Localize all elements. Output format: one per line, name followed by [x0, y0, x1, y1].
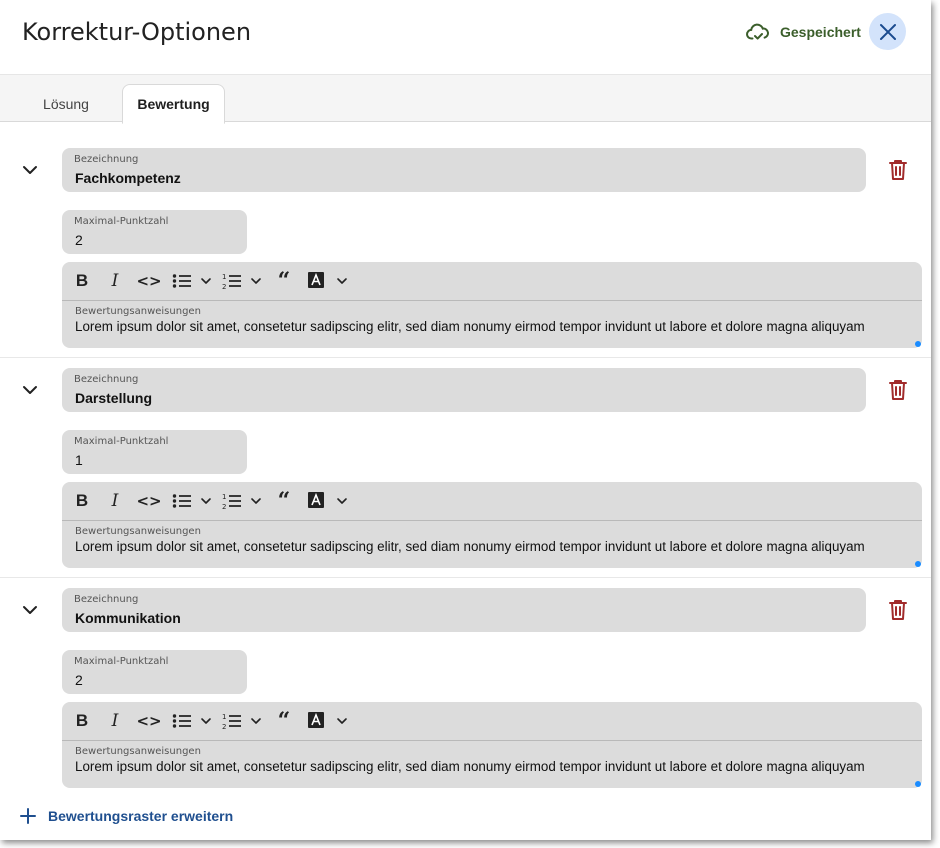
field-value: 2: [75, 232, 83, 248]
bullet-list-button[interactable]: [172, 490, 214, 512]
italic-button[interactable]: I: [108, 710, 122, 732]
editor-toolbar: B I <> 1 2 “: [62, 482, 922, 521]
bold-button[interactable]: B: [74, 490, 90, 512]
chevron-down-icon: [23, 606, 37, 614]
resize-handle[interactable]: [915, 781, 921, 787]
delete-criterion-button[interactable]: [885, 597, 911, 623]
numbered-list-icon: 1 2: [222, 493, 261, 510]
editor-toolbar: B I <> 1 2 “: [62, 702, 922, 741]
criterion-name-field[interactable]: Bezeichnung Darstellung: [62, 368, 866, 412]
text-color-button[interactable]: [308, 270, 352, 292]
field-value: 2: [75, 672, 83, 688]
italic-button[interactable]: I: [108, 270, 122, 292]
trash-icon: [889, 600, 907, 620]
field-label: Bewertungsanweisungen: [75, 526, 201, 537]
criterion-item: Bezeichnung Darstellung Maximal-Punktzah…: [0, 358, 931, 578]
collapse-chevron-button[interactable]: [18, 378, 42, 402]
trash-icon: [889, 160, 907, 180]
field-label: Bezeichnung: [74, 154, 139, 165]
svg-text:2: 2: [222, 503, 226, 510]
close-button[interactable]: [869, 13, 906, 50]
italic-button[interactable]: I: [108, 490, 122, 512]
bullet-list-icon: [172, 494, 211, 508]
save-status: Gespeichert: [746, 20, 861, 44]
numbered-list-icon: 1 2: [222, 713, 261, 730]
tab-loesung[interactable]: Lösung: [22, 84, 110, 124]
max-points-field[interactable]: Maximal-Punktzahl 2: [62, 210, 247, 254]
criterion-name-field[interactable]: Bezeichnung Fachkompetenz: [62, 148, 866, 192]
correction-options-dialog: Korrektur-Optionen Gespeichert Lösung Be…: [0, 0, 931, 840]
editor-toolbar: B I <> 1 2 “: [62, 262, 922, 301]
field-label: Bewertungsanweisungen: [75, 746, 201, 757]
chevron-down-icon: [23, 166, 37, 174]
numbered-list-button[interactable]: 1 2: [222, 710, 264, 732]
field-label: Bewertungsanweisungen: [75, 306, 201, 317]
instructions-editor[interactable]: B I <> 1 2 “ Bewertungsanweisungen Lorem…: [62, 262, 922, 348]
instructions-text: Lorem ipsum dolor sit amet, consetetur s…: [75, 759, 865, 774]
cloud-check-icon: [746, 23, 769, 40]
instructions-text: Lorem ipsum dolor sit amet, consetetur s…: [75, 319, 865, 334]
field-value: Fachkompetenz: [75, 170, 181, 186]
field-label: Bezeichnung: [74, 374, 139, 385]
field-label: Maximal-Punktzahl: [74, 436, 169, 447]
add-criterion-button[interactable]: Bewertungsraster erweitern: [20, 808, 233, 824]
blockquote-button[interactable]: “: [274, 488, 294, 514]
field-value: 1: [75, 452, 83, 468]
field-label: Bezeichnung: [74, 594, 139, 605]
bullet-list-button[interactable]: [172, 710, 214, 732]
save-status-label: Gespeichert: [780, 24, 861, 40]
close-icon: [879, 23, 896, 40]
collapse-chevron-button[interactable]: [18, 158, 42, 182]
text-color-icon: [308, 272, 347, 288]
text-color-button[interactable]: [308, 490, 352, 512]
svg-text:2: 2: [222, 283, 226, 290]
text-color-button[interactable]: [308, 710, 352, 732]
resize-handle[interactable]: [915, 561, 921, 567]
collapse-chevron-button[interactable]: [18, 598, 42, 622]
svg-text:1: 1: [222, 273, 226, 281]
blockquote-button[interactable]: “: [274, 708, 294, 734]
numbered-list-icon: 1 2: [222, 273, 261, 290]
field-value: Kommunikation: [75, 610, 181, 626]
instructions-text: Lorem ipsum dolor sit amet, consetetur s…: [75, 539, 865, 554]
criterion-item: Bezeichnung Fachkompetenz Maximal-Punktz…: [0, 138, 931, 358]
delete-criterion-button[interactable]: [885, 157, 911, 183]
instructions-editor[interactable]: B I <> 1 2 “ Bewertungsanweisungen Lorem…: [62, 702, 922, 788]
chevron-down-icon: [23, 386, 37, 394]
tab-bewertung[interactable]: Bewertung: [122, 84, 225, 124]
field-label: Maximal-Punktzahl: [74, 656, 169, 667]
plus-icon: [20, 808, 36, 824]
bullet-list-icon: [172, 274, 211, 288]
svg-text:1: 1: [222, 493, 226, 501]
svg-text:2: 2: [222, 723, 226, 730]
delete-criterion-button[interactable]: [885, 377, 911, 403]
bullet-list-icon: [172, 714, 211, 728]
resize-handle[interactable]: [915, 341, 921, 347]
svg-text:1: 1: [222, 713, 226, 721]
dialog-header: Korrektur-Optionen Gespeichert: [0, 0, 931, 74]
add-criterion-label: Bewertungsraster erweitern: [48, 808, 234, 824]
criterion-item: Bezeichnung Kommunikation Maximal-Punktz…: [0, 578, 931, 798]
field-label: Maximal-Punktzahl: [74, 216, 169, 227]
max-points-field[interactable]: Maximal-Punktzahl 2: [62, 650, 247, 694]
page-title: Korrektur-Optionen: [22, 18, 252, 46]
max-points-field[interactable]: Maximal-Punktzahl 1: [62, 430, 247, 474]
code-button[interactable]: <>: [136, 270, 161, 292]
field-value: Darstellung: [75, 390, 153, 406]
numbered-list-button[interactable]: 1 2: [222, 270, 264, 292]
code-button[interactable]: <>: [136, 710, 161, 732]
text-color-icon: [308, 492, 347, 508]
numbered-list-button[interactable]: 1 2: [222, 490, 264, 512]
text-color-icon: [308, 712, 347, 728]
bold-button[interactable]: B: [74, 710, 90, 732]
bullet-list-button[interactable]: [172, 270, 214, 292]
tab-bar: Lösung Bewertung: [0, 74, 931, 124]
bold-button[interactable]: B: [74, 270, 90, 292]
instructions-editor[interactable]: B I <> 1 2 “ Bewertungsanweisungen Lorem…: [62, 482, 922, 568]
blockquote-button[interactable]: “: [274, 268, 294, 294]
criterion-name-field[interactable]: Bezeichnung Kommunikation: [62, 588, 866, 632]
code-button[interactable]: <>: [136, 490, 161, 512]
trash-icon: [889, 380, 907, 400]
